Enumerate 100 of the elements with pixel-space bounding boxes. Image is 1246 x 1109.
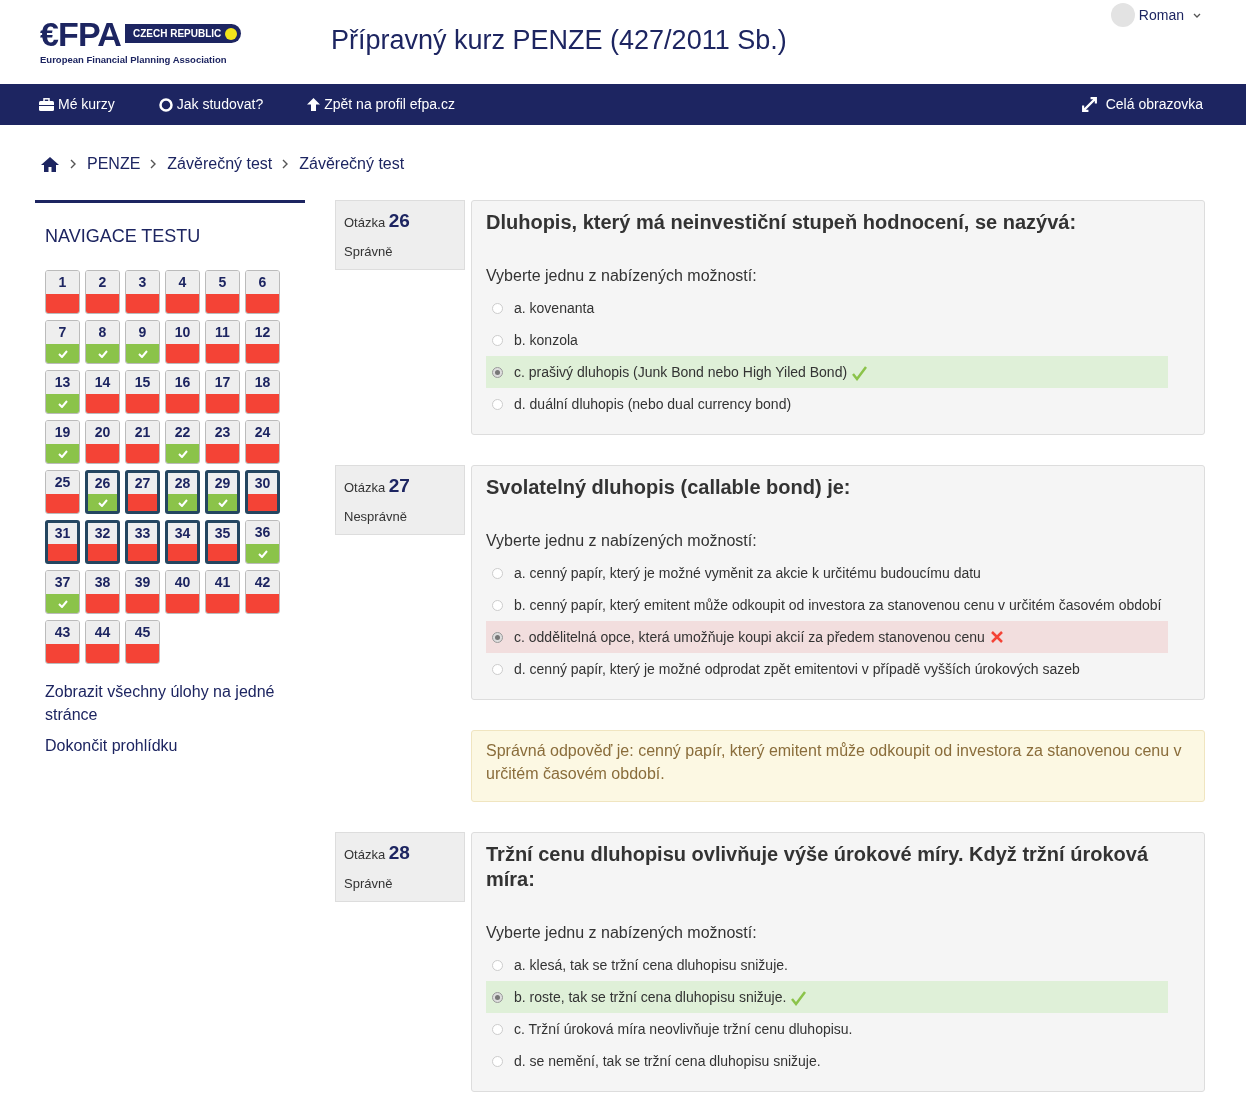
radio-button[interactable]: [492, 303, 503, 314]
question-nav-button[interactable]: 27: [125, 470, 160, 514]
question-nav-button[interactable]: 7: [45, 320, 80, 364]
chevron-icon: [70, 159, 77, 169]
question-nav-button[interactable]: 2: [85, 270, 120, 314]
answer-prompt: Vyberte jednu z nabízených možností:: [486, 266, 758, 286]
menu-link[interactable]: Zpět na profil efpa.cz: [307, 94, 455, 115]
question-nav-button[interactable]: 11: [205, 320, 240, 364]
question-nav-button[interactable]: 44: [85, 620, 120, 664]
check-icon: [57, 349, 68, 358]
check-icon: [137, 349, 148, 358]
question-nav-button[interactable]: 15: [125, 370, 160, 414]
breadcrumb-link[interactable]: PENZE: [87, 152, 141, 176]
question-nav-button[interactable]: 34: [165, 520, 200, 564]
question-status: Správně: [344, 242, 394, 261]
question-nav-button[interactable]: 22: [165, 420, 200, 464]
answer-option[interactable]: d. se nemění, tak se tržní cena dluhopisu snižuje.: [486, 1045, 1168, 1077]
question-nav-button[interactable]: 1: [45, 270, 80, 314]
radio-button[interactable]: [492, 399, 503, 410]
answer-option[interactable]: a. cenný papír, který je možné vyměnit za akcie k určitému budoucímu datu: [486, 557, 1168, 589]
question-nav-button[interactable]: 29: [205, 470, 240, 514]
check-icon: [217, 498, 228, 507]
question-nav-button[interactable]: 42: [245, 570, 280, 614]
question-nav-button[interactable]: 13: [45, 370, 80, 414]
question-nav-button[interactable]: 3: [125, 270, 160, 314]
radio-button[interactable]: [492, 335, 503, 346]
answer-option[interactable]: b. roste, tak se tržní cena dluhopisu snižuje.: [486, 981, 1168, 1013]
question-nav-button[interactable]: 23: [205, 420, 240, 464]
question-number: Otázka 27: [344, 474, 411, 498]
question-nav-button[interactable]: 19: [45, 420, 80, 464]
question-nav-button[interactable]: 21: [125, 420, 160, 464]
question-nav-button[interactable]: 38: [85, 570, 120, 614]
nav-link[interactable]: Dokončit prohlídku: [45, 734, 295, 757]
home-icon[interactable]: [40, 155, 60, 173]
answer-option[interactable]: d. duální dluhopis (nebo dual currency bond): [486, 388, 1168, 420]
nav-link[interactable]: Zobrazit všechny úlohy na jedné stránce: [45, 680, 295, 726]
question-nav-button[interactable]: 25: [45, 470, 80, 514]
question-nav-button[interactable]: 36: [245, 520, 280, 564]
radio-button[interactable]: [492, 664, 503, 675]
radio-button[interactable]: [492, 992, 503, 1003]
question-text: Tržní cenu dluhopisu ovlivňuje výše úrokové míry. Když tržní úroková míra:: [486, 842, 1149, 892]
question-nav-button[interactable]: 28: [165, 470, 200, 514]
logo-subtitle: European Financial Planning Association: [40, 52, 228, 67]
question-nav-button[interactable]: 45: [125, 620, 160, 664]
question-nav-button[interactable]: 31: [45, 520, 80, 564]
question-nav-button[interactable]: 12: [245, 320, 280, 364]
answer-option[interactable]: a. klesá, tak se tržní cena dluhopisu snižuje.: [486, 949, 1168, 981]
question-text: Dluhopis, který má neinvestiční stupeň hodnocení, se nazývá:: [486, 210, 1078, 235]
answer-prompt: Vyberte jednu z nabízených možností:: [486, 531, 758, 551]
question-nav-button[interactable]: 9: [125, 320, 160, 364]
question-nav-button[interactable]: 14: [85, 370, 120, 414]
menu-link[interactable]: Jak studovat?: [158, 94, 264, 115]
question-nav-button[interactable]: 17: [205, 370, 240, 414]
question-nav-button[interactable]: 5: [205, 270, 240, 314]
question-nav-button[interactable]: 35: [205, 520, 240, 564]
check-icon: [851, 365, 868, 381]
question-nav-button[interactable]: 10: [165, 320, 200, 364]
radio-button[interactable]: [492, 632, 503, 643]
logo[interactable]: €FPA CZECH REPUBLIC European Financial Planning Association: [40, 16, 285, 68]
breadcrumb-link[interactable]: Závěrečný test: [167, 152, 273, 176]
question-number: Otázka 26: [344, 209, 411, 233]
answer-option[interactable]: c. Tržní úroková míra neovlivňuje tržní cenu dluhopisu.: [486, 1013, 1168, 1045]
question-nav-button[interactable]: 8: [85, 320, 120, 364]
radio-button[interactable]: [492, 960, 503, 971]
question-nav-button[interactable]: 40: [165, 570, 200, 614]
question-nav-button[interactable]: 30: [245, 470, 280, 514]
answer-option[interactable]: b. cenný papír, který emitent může odkoupit od investora za stanovenou cenu v určitém časovém období: [486, 589, 1168, 621]
question-nav-button[interactable]: 26: [85, 470, 120, 514]
radio-button[interactable]: [492, 367, 503, 378]
question-nav-button[interactable]: 24: [245, 420, 280, 464]
breadcrumb-link[interactable]: Závěrečný test: [299, 152, 405, 176]
radio-button[interactable]: [492, 600, 503, 611]
check-icon: [57, 449, 68, 458]
page-title: Přípravný kurz PENZE (427/2011 Sb.): [331, 23, 787, 57]
question-nav-button[interactable]: 6: [245, 270, 280, 314]
question-nav-button[interactable]: 39: [125, 570, 160, 614]
question-nav-button[interactable]: 33: [125, 520, 160, 564]
correct-answer-feedback: Správná odpověď je: cenný papír, který emitent může odkoupit od investora za stanovenou cenu v určitém časovém období.: [471, 730, 1205, 802]
logo-country-badge: CZECH REPUBLIC: [125, 24, 242, 44]
question-nav-button[interactable]: 18: [245, 370, 280, 414]
answer-option[interactable]: a. kovenanta: [486, 292, 1168, 324]
check-icon: [57, 599, 68, 608]
answer-option[interactable]: b. konzola: [486, 324, 1168, 356]
user-menu[interactable]: Roman: [1110, 3, 1202, 27]
question-nav-button[interactable]: 20: [85, 420, 120, 464]
question-nav-button[interactable]: 4: [165, 270, 200, 314]
answer-option[interactable]: c. oddělitelná opce, která umožňuje koupi akcií za předem stanovenou cenu: [486, 621, 1168, 653]
question-nav-button[interactable]: 37: [45, 570, 80, 614]
answer-option[interactable]: c. prašivý dluhopis (Junk Bond nebo High Yiled Bond): [486, 356, 1168, 388]
answer-option[interactable]: d. cenný papír, který je možné odprodat zpět emitentovi v případě vyšších úrokových sazeb: [486, 653, 1168, 685]
menu-link[interactable]: Mé kurzy: [39, 94, 115, 115]
radio-button[interactable]: [492, 1024, 503, 1035]
radio-button[interactable]: [492, 568, 503, 579]
question-nav-button[interactable]: 43: [45, 620, 80, 664]
question-nav-button[interactable]: 16: [165, 370, 200, 414]
check-icon: [97, 349, 108, 358]
question-nav-button[interactable]: 41: [205, 570, 240, 614]
question-nav-button[interactable]: 32: [85, 520, 120, 564]
radio-button[interactable]: [492, 1056, 503, 1067]
fullscreen-link[interactable]: Celá obrazovka: [1080, 94, 1203, 115]
